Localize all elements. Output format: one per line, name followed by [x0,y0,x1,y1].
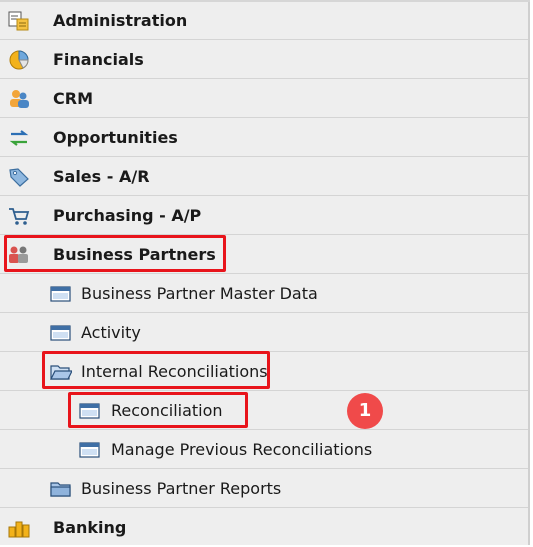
banking-coins-icon [8,521,30,538]
menu-item-sales[interactable]: Sales - A/R [0,158,528,196]
highlight-business-partners [4,235,226,272]
menu-item-label: Manage Previous Reconciliations [111,440,373,459]
menu-item-banking[interactable]: Banking [0,509,528,547]
people-icon [10,90,29,108]
menu-item-purchasing[interactable]: Purchasing - A/P [0,197,528,235]
shopping-cart-icon [9,208,30,225]
menu-item-label: Administration [53,11,188,30]
menu-item-label: Financials [53,50,144,69]
menu-item-label: Sales - A/R [53,167,150,186]
menu-item-label: Business Partner Master Data [81,284,318,303]
menu-item-opportunities[interactable]: Opportunities [0,119,528,157]
folder-icon [50,482,71,497]
menu-item-label: Opportunities [53,128,178,147]
step-badge: 1 [347,393,383,429]
exchange-arrows-icon [9,130,29,146]
menu-item-bp-master-data[interactable]: Business Partner Master Data [0,275,528,313]
highlight-internal-reconciliations [42,351,270,389]
menu-item-crm[interactable]: CRM [0,80,528,118]
pie-chart-icon [9,50,29,70]
menu-item-administration[interactable]: Administration [0,2,528,40]
window-icon [79,442,100,458]
menu-item-bp-reports[interactable]: Business Partner Reports [0,470,528,508]
menu-item-activity[interactable]: Activity [0,314,528,352]
menu-item-label: CRM [53,89,93,108]
highlight-reconciliation [68,392,248,428]
menu-item-financials[interactable]: Financials [0,41,528,79]
main-menu-panel: Administration Financials CRM Opportunit… [0,0,530,545]
menu-item-label: Activity [81,323,141,342]
window-icon [50,286,71,302]
menu-item-label: Business Partner Reports [81,479,282,498]
administration-icon [8,11,29,31]
menu-item-label: Banking [53,518,127,537]
menu-item-label: Purchasing - A/P [53,206,202,225]
price-tag-icon [9,168,29,187]
window-icon [50,325,71,341]
menu-item-manage-previous-reconciliations[interactable]: Manage Previous Reconciliations [0,431,528,469]
